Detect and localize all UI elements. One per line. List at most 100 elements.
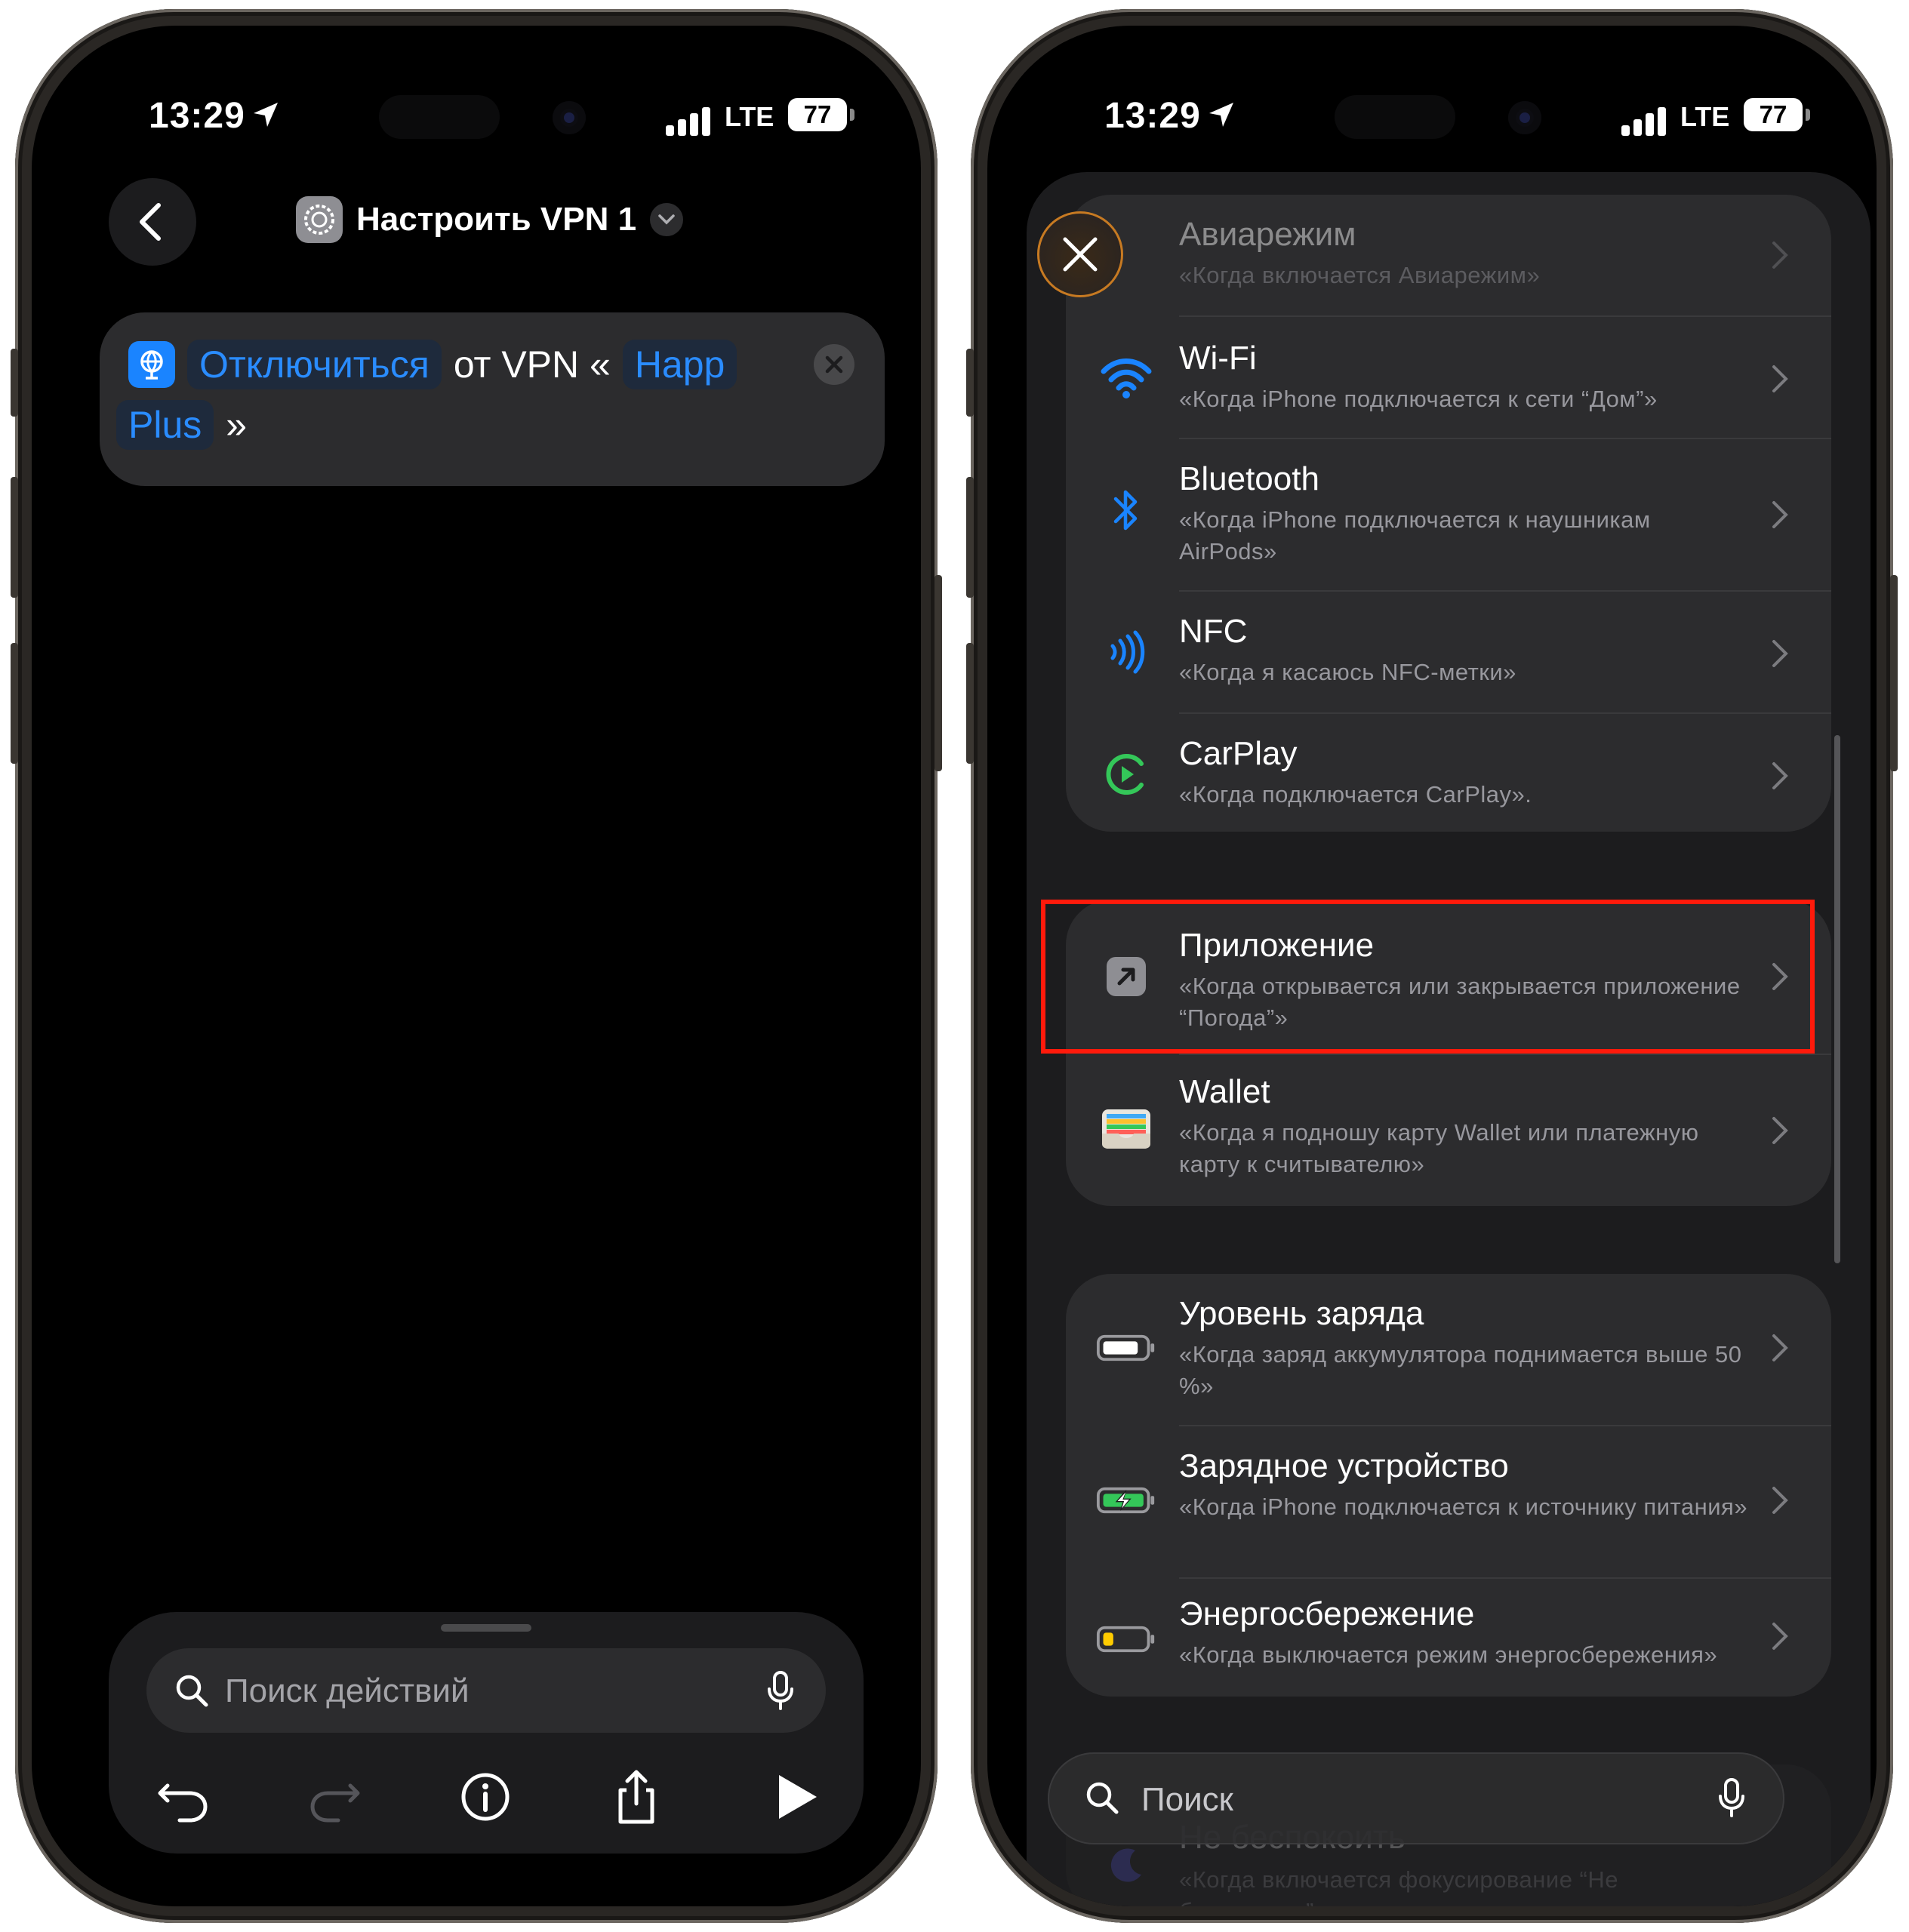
close-icon	[1063, 237, 1098, 272]
row-subtitle: «Когда заряд аккумулятора поднимается вы…	[1179, 1341, 1742, 1399]
microphone-icon[interactable]	[1718, 1778, 1745, 1817]
search-icon	[176, 1675, 208, 1707]
status-time: 13:29	[149, 96, 245, 136]
power-group: Уровень заряда «Когда заряд аккумулятора…	[1066, 1274, 1831, 1697]
page-title: Настроить VPN 1	[356, 201, 637, 238]
volume-up-button	[966, 477, 974, 598]
status-time: 13:29	[1104, 96, 1201, 136]
list-item-charger[interactable]: Зарядное устройство «Когда iPhone подклю…	[1066, 1426, 1831, 1577]
dynamic-island	[1335, 95, 1455, 139]
search-icon	[1086, 1782, 1119, 1814]
chevron-right-icon	[1772, 762, 1788, 789]
highlight-box	[1041, 900, 1815, 1054]
battery-level-icon	[1096, 1318, 1156, 1378]
signal-icon	[666, 106, 713, 136]
row-title: Энергосбережение	[1179, 1595, 1475, 1632]
carplay-icon	[1096, 744, 1156, 804]
redo-icon[interactable]	[305, 1767, 364, 1826]
chevron-right-icon	[1772, 640, 1788, 667]
front-camera	[1508, 101, 1541, 134]
list-item-carplay[interactable]: CarPlay «Когда подключается CarPlay».	[1066, 714, 1831, 832]
left-screen: 13:29 LTE 77 Настроить VPN 1 Отключиться…	[32, 26, 921, 1906]
chevron-right-icon	[1772, 1334, 1788, 1361]
editor-toolbar	[154, 1755, 818, 1838]
scroll-indicator[interactable]	[1834, 735, 1840, 1263]
info-icon[interactable]	[456, 1767, 515, 1826]
left-phone-frame: 13:29 LTE 77 Настроить VPN 1 Отключиться…	[11, 9, 942, 1923]
row-title: NFC	[1179, 613, 1248, 650]
volume-down-button	[966, 643, 974, 764]
network-label: LTE	[1680, 101, 1730, 132]
bluetooth-icon	[1096, 480, 1156, 540]
chevron-right-icon	[1772, 1487, 1788, 1514]
row-subtitle: «Когда включается Авиарежим»	[1179, 262, 1541, 288]
sheet-grabber[interactable]	[441, 1624, 531, 1632]
action-close-quote: »	[226, 404, 248, 446]
power-button	[1890, 575, 1898, 771]
dynamic-island	[379, 95, 500, 139]
low-power-icon	[1096, 1609, 1156, 1669]
row-subtitle: «Когда включается фокусирование “Не бесп…	[1179, 1866, 1618, 1906]
row-title: Авиарежим	[1179, 216, 1356, 253]
row-title: Уровень заряда	[1179, 1295, 1424, 1332]
back-button[interactable]	[109, 178, 196, 266]
front-camera	[553, 101, 586, 134]
search-placeholder: Поиск действий	[225, 1672, 470, 1709]
remove-action-button[interactable]	[814, 344, 854, 385]
wifi-icon	[1096, 347, 1156, 408]
row-subtitle: «Когда iPhone подключается к источнику п…	[1179, 1494, 1748, 1520]
charger-icon	[1096, 1470, 1156, 1531]
signal-icon	[1621, 106, 1668, 136]
row-subtitle: «Когда iPhone подключается к сети “Дом”»	[1179, 386, 1658, 412]
list-item-nfc[interactable]: NFC «Когда я касаюсь NFC-метки»	[1066, 592, 1831, 712]
share-icon[interactable]	[607, 1767, 666, 1826]
list-item-low-power[interactable]: Энергосбережение «Когда выключается режи…	[1066, 1579, 1831, 1697]
undo-icon[interactable]	[154, 1767, 213, 1826]
search-actions-input[interactable]: Поиск действий	[146, 1648, 826, 1733]
close-icon	[825, 355, 843, 374]
actions-panel: Поиск действий	[109, 1612, 864, 1854]
connectivity-group: Авиарежим «Когда включается Авиарежим» W…	[1066, 195, 1831, 832]
list-item-wallet[interactable]: Wallet «Когда я подношу карту Wallet или…	[1066, 1055, 1831, 1206]
moon-icon	[1096, 1835, 1156, 1896]
action-text: от VPN «	[453, 343, 611, 386]
action-verb-token[interactable]: Отключиться	[187, 340, 442, 389]
chevron-down-icon[interactable]	[650, 203, 684, 236]
chevron-right-icon	[1772, 1623, 1788, 1650]
location-arrow-icon	[254, 103, 278, 127]
vpn-name-token-part2[interactable]: Plus	[116, 400, 214, 450]
settings-gear-icon	[296, 196, 343, 243]
list-item-airplane[interactable]: Авиарежим «Когда включается Авиарежим»	[1066, 195, 1831, 315]
row-subtitle: «Когда iPhone подключается к наушникам A…	[1179, 506, 1651, 565]
microphone-icon[interactable]	[767, 1671, 794, 1710]
battery-indicator: 77	[788, 98, 854, 131]
shortcut-title[interactable]: Настроить VPN 1	[296, 193, 684, 246]
list-item-battery-level[interactable]: Уровень заряда «Когда заряд аккумулятора…	[1066, 1274, 1831, 1425]
list-item-wifi[interactable]: Wi-Fi «Когда iPhone подключается к сети …	[1066, 317, 1831, 438]
chevron-right-icon	[1772, 1117, 1788, 1144]
play-icon[interactable]	[765, 1767, 824, 1826]
list-item-bluetooth[interactable]: Bluetooth «Когда iPhone подключается к н…	[1066, 439, 1831, 590]
side-button	[11, 349, 18, 417]
network-label: LTE	[725, 101, 774, 132]
chevron-right-icon	[1772, 501, 1788, 528]
wallet-icon	[1096, 1099, 1156, 1159]
row-subtitle: «Когда подключается CarPlay».	[1179, 781, 1532, 808]
chevron-left-icon	[140, 203, 161, 241]
row-title: Wallet	[1179, 1073, 1270, 1110]
volume-down-button	[11, 643, 18, 764]
row-title: CarPlay	[1179, 735, 1298, 772]
battery-indicator: 77	[1744, 98, 1810, 131]
search-input[interactable]: Поиск	[1048, 1752, 1784, 1844]
row-subtitle: «Когда выключается режим энергосбережени…	[1179, 1641, 1718, 1668]
location-arrow-icon	[1209, 103, 1233, 127]
row-subtitle: «Когда я касаюсь NFC-метки»	[1179, 659, 1516, 685]
row-title: Bluetooth	[1179, 460, 1319, 497]
chevron-right-icon	[1772, 365, 1788, 392]
vpn-name-token-part1[interactable]: Happ	[622, 340, 737, 389]
action-card[interactable]: Отключиться от VPN « Happ Plus »	[100, 312, 885, 486]
close-button[interactable]	[1037, 211, 1123, 297]
row-subtitle: «Когда я подношу карту Wallet или платеж…	[1179, 1119, 1699, 1177]
power-button	[934, 575, 942, 771]
row-title: Wi-Fi	[1179, 340, 1257, 377]
